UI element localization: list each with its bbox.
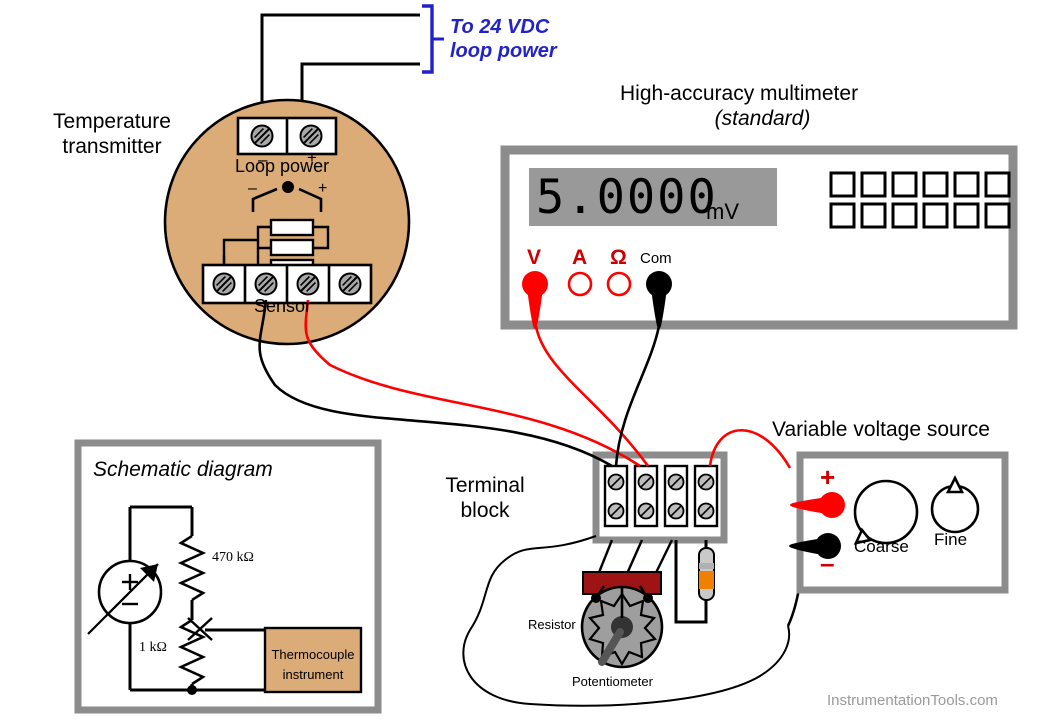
schematic-470k-label: 470 kΩ xyxy=(212,550,254,565)
diagram-canvas: To 24 VDC loop power Temperature transmi… xyxy=(0,0,1038,722)
loop-power-screw-positive xyxy=(299,124,323,148)
multimeter-display-value: 5.0000 xyxy=(536,170,718,225)
potentiometer-label: Potentiometer xyxy=(572,674,653,689)
jack-label-v: V xyxy=(527,246,542,269)
multimeter-subtitle: (standard) xyxy=(714,107,811,130)
terminal-block xyxy=(592,451,728,544)
potentiometer-assembly xyxy=(580,539,674,669)
voltage-source-title: Variable voltage source xyxy=(772,418,990,441)
schematic-title: Schematic diagram xyxy=(93,458,273,481)
watermark: InstrumentationTools.com xyxy=(827,692,998,709)
wire-bundle-multimeter-to-terminals xyxy=(534,325,661,467)
multimeter-title: High-accuracy multimeter xyxy=(620,82,859,105)
schematic-instrument-line1: Thermocouple xyxy=(271,647,355,662)
sensor-label: Sensor xyxy=(254,296,312,316)
sensor-screw-4 xyxy=(338,272,362,296)
jack-label-com: Com xyxy=(640,250,672,267)
schematic-instrument-line2: instrument xyxy=(282,667,344,682)
terminal-slot-2[interactable] xyxy=(633,464,659,528)
junction-plus-mark: + xyxy=(318,180,328,197)
terminal-slot-3[interactable] xyxy=(663,464,689,528)
coarse-knob[interactable] xyxy=(853,479,919,545)
fixed-resistor-assembly xyxy=(674,540,715,624)
terminal-block-title: Terminal block xyxy=(445,474,525,522)
sensor-screw-1 xyxy=(212,272,236,296)
terminal-slot-4[interactable] xyxy=(693,464,719,528)
junction-minus-mark: – xyxy=(248,180,257,197)
jack-label-ohm: Ω xyxy=(610,246,627,269)
multimeter-display-units: mV xyxy=(706,199,739,224)
resistor-label: Resistor xyxy=(528,617,576,632)
loop-power-screw-negative xyxy=(250,124,274,148)
source-plus-label: + xyxy=(820,462,836,492)
loop-power-terminal-housing xyxy=(236,116,338,156)
loop-terminal-positive-mark: + xyxy=(307,148,317,167)
schematic-1k-label: 1 kΩ xyxy=(139,640,167,655)
loop-power-note: To 24 VDC loop power xyxy=(450,16,557,62)
source-minus-label: – xyxy=(820,548,835,578)
jack-label-a: A xyxy=(572,246,588,269)
loop-terminal-negative-mark: – xyxy=(258,150,268,169)
terminal-slot-1[interactable] xyxy=(603,464,629,528)
sensor-screw-2 xyxy=(254,272,278,296)
fine-knob-label: Fine xyxy=(934,530,968,549)
sensor-screw-3 xyxy=(296,272,320,296)
transmitter-title: Temperature transmitter xyxy=(53,110,171,158)
coarse-knob-label: Coarse xyxy=(854,537,909,556)
